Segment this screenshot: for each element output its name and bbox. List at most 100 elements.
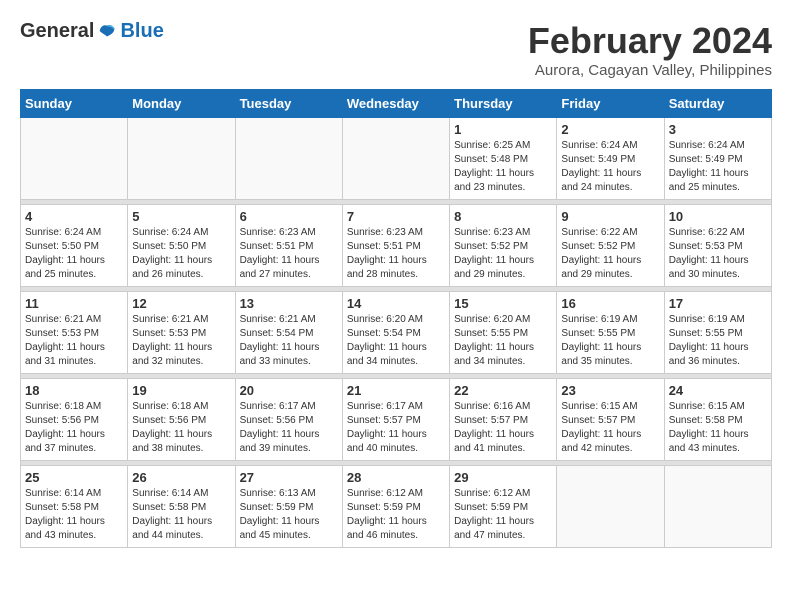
calendar-day-cell: 14 Sunrise: 6:20 AMSunset: 5:54 PMDayligh… (342, 292, 449, 374)
day-info: Sunrise: 6:17 AMSunset: 5:57 PMDaylight:… (347, 400, 445, 456)
weekday-header-monday: Monday (128, 90, 235, 118)
day-info: Sunrise: 6:22 AMSunset: 5:53 PMDaylight:… (669, 226, 767, 282)
day-info: Sunrise: 6:15 AMSunset: 5:57 PMDaylight:… (561, 400, 659, 456)
day-number: 1 (454, 122, 552, 137)
day-info: Sunrise: 6:20 AMSunset: 5:54 PMDaylight:… (347, 313, 445, 369)
calendar-day-cell: 5 Sunrise: 6:24 AMSunset: 5:50 PMDaylight… (128, 205, 235, 287)
logo-bird-icon (98, 23, 116, 41)
calendar-day-cell: 13Sunrise: 6:21 AMSunset: 5:54 PMDayligh… (235, 292, 342, 374)
calendar-day-cell: 1 Sunrise: 6:25 AMSunset: 5:48 PMDaylight… (450, 118, 557, 200)
day-number: 29 (454, 470, 552, 485)
calendar-day-cell: 26 Sunrise: 6:14 AMSunset: 5:58 PMDayligh… (128, 466, 235, 548)
day-info: Sunrise: 6:20 AMSunset: 5:55 PMDaylight:… (454, 313, 552, 369)
day-info: Sunrise: 6:14 AMSunset: 5:58 PMDaylight:… (25, 487, 123, 543)
calendar-day-cell (557, 466, 664, 548)
calendar-day-cell: 29 Sunrise: 6:12 AMSunset: 5:59 PMDayligh… (450, 466, 557, 548)
day-number: 12 (132, 296, 230, 311)
day-number: 14 (347, 296, 445, 311)
calendar-day-cell (21, 118, 128, 200)
calendar-day-cell: 16 Sunrise: 6:19 AMSunset: 5:55 PMDayligh… (557, 292, 664, 374)
calendar-day-cell: 18 Sunrise: 6:18 AMSunset: 5:56 PMDayligh… (21, 379, 128, 461)
day-info: Sunrise: 6:19 AMSunset: 5:55 PMDaylight:… (561, 313, 659, 369)
calendar-day-cell: 17 Sunrise: 6:19 AMSunset: 5:55 PMDayligh… (664, 292, 771, 374)
day-info: Sunrise: 6:12 AMSunset: 5:59 PMDaylight:… (454, 487, 552, 543)
calendar-day-cell: 22 Sunrise: 6:16 AMSunset: 5:57 PMDayligh… (450, 379, 557, 461)
calendar-day-cell (342, 118, 449, 200)
day-info: Sunrise: 6:21 AMSunset: 5:53 PMDaylight:… (25, 313, 123, 369)
day-number: 4 (25, 209, 123, 224)
day-info: Sunrise: 6:18 AMSunset: 5:56 PMDaylight:… (132, 400, 230, 456)
logo-blue-text: Blue (120, 20, 163, 43)
day-number: 25 (25, 470, 123, 485)
calendar-day-cell: 6 Sunrise: 6:23 AMSunset: 5:51 PMDaylight… (235, 205, 342, 287)
day-info: Sunrise: 6:15 AMSunset: 5:58 PMDaylight:… (669, 400, 767, 456)
day-number: 22 (454, 383, 552, 398)
day-info: Sunrise: 6:24 AMSunset: 5:50 PMDaylight:… (132, 226, 230, 282)
calendar-day-cell: 25 Sunrise: 6:14 AMSunset: 5:58 PMDayligh… (21, 466, 128, 548)
day-info: Sunrise: 6:23 AMSunset: 5:51 PMDaylight:… (240, 226, 338, 282)
calendar-day-cell: 19 Sunrise: 6:18 AMSunset: 5:56 PMDayligh… (128, 379, 235, 461)
day-number: 7 (347, 209, 445, 224)
calendar-day-cell: 3Sunrise: 6:24 AMSunset: 5:49 PMDaylight… (664, 118, 771, 200)
day-info: Sunrise: 6:18 AMSunset: 5:56 PMDaylight:… (25, 400, 123, 456)
calendar-week-row-1: 1 Sunrise: 6:25 AMSunset: 5:48 PMDaylight… (21, 118, 772, 200)
weekday-header-wednesday: Wednesday (342, 90, 449, 118)
day-number: 11 (25, 296, 123, 311)
day-info: Sunrise: 6:24 AMSunset: 5:49 PMDaylight:… (561, 139, 659, 195)
weekday-header-thursday: Thursday (450, 90, 557, 118)
day-info: Sunrise: 6:21 AMSunset: 5:53 PMDaylight:… (132, 313, 230, 369)
calendar-day-cell (128, 118, 235, 200)
calendar-week-row-5: 25 Sunrise: 6:14 AMSunset: 5:58 PMDayligh… (21, 466, 772, 548)
day-number: 20 (240, 383, 338, 398)
weekday-header-tuesday: Tuesday (235, 90, 342, 118)
weekday-header-friday: Friday (557, 90, 664, 118)
day-number: 8 (454, 209, 552, 224)
day-number: 17 (669, 296, 767, 311)
day-number: 18 (25, 383, 123, 398)
day-number: 6 (240, 209, 338, 224)
day-number: 2 (561, 122, 659, 137)
calendar-day-cell: 2 Sunrise: 6:24 AMSunset: 5:49 PMDaylight… (557, 118, 664, 200)
day-number: 23 (561, 383, 659, 398)
day-number: 5 (132, 209, 230, 224)
day-info: Sunrise: 6:25 AMSunset: 5:48 PMDaylight:… (454, 139, 552, 195)
day-info: Sunrise: 6:24 AMSunset: 5:50 PMDaylight:… (25, 226, 123, 282)
calendar-day-cell: 9Sunrise: 6:22 AMSunset: 5:52 PMDaylight… (557, 205, 664, 287)
calendar-subtitle: Aurora, Cagayan Valley, Philippines (528, 62, 772, 79)
calendar-day-cell: 24 Sunrise: 6:15 AMSunset: 5:58 PMDayligh… (664, 379, 771, 461)
weekday-header-sunday: Sunday (21, 90, 128, 118)
day-number: 27 (240, 470, 338, 485)
logo-general-text: General (20, 20, 94, 43)
day-number: 19 (132, 383, 230, 398)
day-info: Sunrise: 6:14 AMSunset: 5:58 PMDaylight:… (132, 487, 230, 543)
calendar-week-row-2: 4 Sunrise: 6:24 AMSunset: 5:50 PMDaylight… (21, 205, 772, 287)
calendar-day-cell (235, 118, 342, 200)
calendar-week-row-4: 18 Sunrise: 6:18 AMSunset: 5:56 PMDayligh… (21, 379, 772, 461)
day-number: 15 (454, 296, 552, 311)
day-info: Sunrise: 6:19 AMSunset: 5:55 PMDaylight:… (669, 313, 767, 369)
calendar-day-cell: 20 Sunrise: 6:17 AMSunset: 5:56 PMDayligh… (235, 379, 342, 461)
day-number: 16 (561, 296, 659, 311)
calendar-day-cell: 23 Sunrise: 6:15 AMSunset: 5:57 PMDayligh… (557, 379, 664, 461)
day-info: Sunrise: 6:17 AMSunset: 5:56 PMDaylight:… (240, 400, 338, 456)
calendar-day-cell: 28Sunrise: 6:12 AMSunset: 5:59 PMDayligh… (342, 466, 449, 548)
calendar-day-cell: 21 Sunrise: 6:17 AMSunset: 5:57 PMDayligh… (342, 379, 449, 461)
calendar-day-cell: 11 Sunrise: 6:21 AMSunset: 5:53 PMDayligh… (21, 292, 128, 374)
day-number: 13 (240, 296, 338, 311)
day-info: Sunrise: 6:16 AMSunset: 5:57 PMDaylight:… (454, 400, 552, 456)
day-number: 24 (669, 383, 767, 398)
day-info: Sunrise: 6:13 AMSunset: 5:59 PMDaylight:… (240, 487, 338, 543)
calendar-title: February 2024 (528, 20, 772, 62)
calendar-day-cell: 12 Sunrise: 6:21 AMSunset: 5:53 PMDayligh… (128, 292, 235, 374)
calendar-table: SundayMondayTuesdayWednesdayThursdayFrid… (20, 89, 772, 548)
calendar-day-cell: 7 Sunrise: 6:23 AMSunset: 5:51 PMDaylight… (342, 205, 449, 287)
title-section: February 2024 Aurora, Cagayan Valley, Ph… (528, 20, 772, 79)
day-number: 21 (347, 383, 445, 398)
calendar-day-cell (664, 466, 771, 548)
weekday-header-saturday: Saturday (664, 90, 771, 118)
calendar-day-cell: 27 Sunrise: 6:13 AMSunset: 5:59 PMDayligh… (235, 466, 342, 548)
day-info: Sunrise: 6:22 AMSunset: 5:52 PMDaylight:… (561, 226, 659, 282)
calendar-day-cell: 4 Sunrise: 6:24 AMSunset: 5:50 PMDaylight… (21, 205, 128, 287)
day-number: 26 (132, 470, 230, 485)
day-info: Sunrise: 6:23 AMSunset: 5:51 PMDaylight:… (347, 226, 445, 282)
